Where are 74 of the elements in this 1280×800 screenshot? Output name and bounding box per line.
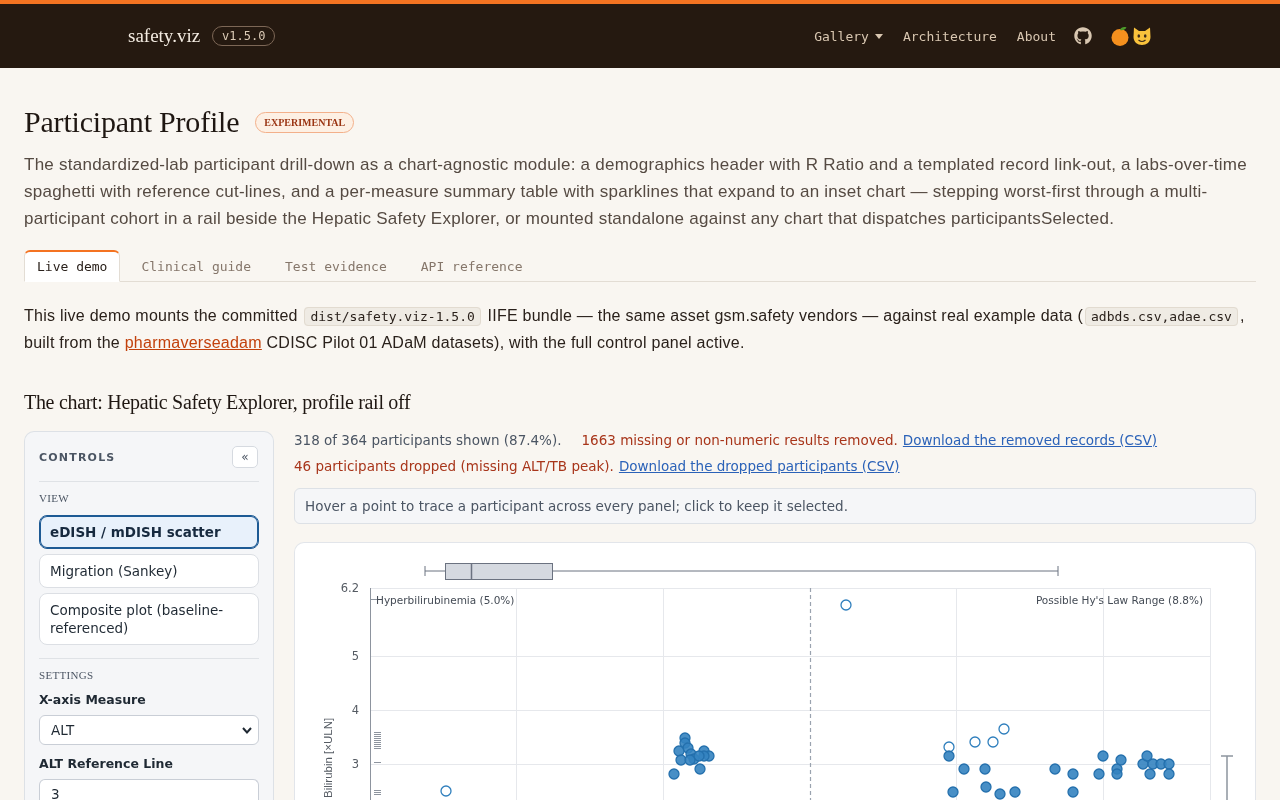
data-point[interactable]: [1141, 750, 1153, 762]
data-point[interactable]: [998, 723, 1010, 735]
data-point[interactable]: [1163, 768, 1175, 780]
data-point[interactable]: [693, 750, 705, 762]
data-point[interactable]: [1049, 763, 1061, 775]
y-tick-label: 6.2: [340, 581, 359, 595]
status-badge: EXPERIMENTAL: [255, 111, 355, 133]
tab[interactable]: Test evidence: [272, 250, 400, 282]
box-plot-whisker: [1220, 755, 1234, 800]
y-tick-label: 5: [351, 649, 359, 663]
warning-text: 1663 missing or non-numeric results removed.: [581, 432, 898, 448]
tab[interactable]: Clinical guide: [128, 250, 265, 282]
panel-title: CONTROLS: [39, 450, 116, 464]
data-point[interactable]: [987, 736, 999, 748]
data-point[interactable]: [994, 788, 1006, 800]
data-point[interactable]: [1144, 768, 1156, 780]
data-point[interactable]: [947, 786, 959, 798]
section-title: The chart: Hepatic Safety Explorer, profile rail off: [24, 390, 412, 416]
select-value: ALT: [51, 722, 75, 738]
fruit-icon[interactable]: [1110, 26, 1130, 46]
view-option[interactable]: Migration (Sankey): [39, 554, 259, 588]
data-point[interactable]: [694, 763, 706, 775]
data-point[interactable]: [1067, 786, 1079, 798]
tab[interactable]: Live demo: [24, 250, 121, 282]
group-label: SETTINGS: [39, 668, 95, 682]
data-point[interactable]: [1163, 758, 1175, 770]
data-point[interactable]: [1115, 754, 1127, 766]
nav-link[interactable]: Architecture: [902, 28, 997, 44]
tab[interactable]: API reference: [407, 250, 536, 282]
source-link[interactable]: pharmaverseadam: [124, 334, 262, 351]
field-label: X-axis Measure: [39, 691, 147, 709]
warning-text: 46 participants dropped (missing ALT/TB peak).: [294, 458, 614, 474]
github-icon[interactable]: [1074, 27, 1092, 45]
data-point[interactable]: [1111, 768, 1123, 780]
data-point[interactable]: [943, 750, 955, 762]
download-link[interactable]: Download the dropped participants (CSV): [618, 458, 900, 474]
inline-code: adbds.csv,adae.csv: [1085, 307, 1238, 326]
group-label: VIEW: [39, 491, 70, 505]
view-option[interactable]: eDISH / mDISH scatter: [39, 515, 259, 549]
y-tick-label: 4: [351, 703, 359, 717]
brand-name[interactable]: safety.viz: [128, 25, 201, 47]
data-point[interactable]: [1009, 786, 1021, 798]
page-description: The standardized-lab participant drill-down as a chart-agnostic module: a demographics header with R Ratio and a templated record link-out, a labs-over-time spaghetti with reference cut-lines, and a per-measure summary table with sparklines that expand to an inset chart — stepping worst-first through a multi-participant cohort in a rail beside the Hepatic Safety Explorer, or mounted standalone against any chart that dispatches participantsSelected.: [24, 154, 1248, 230]
field-label: ALT Reference Line: [39, 755, 174, 773]
data-point[interactable]: [684, 754, 696, 766]
caret-icon: [874, 33, 883, 39]
region-label: Possible Hy's Law Range (8.8%): [1035, 594, 1203, 606]
data-point[interactable]: [1097, 750, 1109, 762]
y-tick-label: 3: [351, 757, 359, 771]
data-point[interactable]: [969, 736, 981, 748]
y-axis-title: Bilirubin [×ULN]: [322, 717, 334, 798]
data-point[interactable]: [668, 768, 680, 780]
view-option[interactable]: Composite plot (baseline-referenced): [39, 593, 259, 645]
collapse-button[interactable]: «: [232, 446, 258, 468]
data-point[interactable]: [840, 599, 852, 611]
gallery-menu[interactable]: Gallery: [814, 28, 883, 44]
chevron-down-icon: [242, 726, 252, 734]
inline-code: dist/safety.viz-1.5.0: [304, 307, 481, 326]
data-point[interactable]: [440, 785, 452, 797]
data-point[interactable]: [980, 781, 992, 793]
data-point[interactable]: [958, 763, 970, 775]
data-point[interactable]: [979, 763, 991, 775]
region-label: Hyperbilirubinemia (5.0%): [376, 594, 515, 606]
hint-box: Hover a point to trace a participant across every panel; click to keep it selected.: [294, 488, 1256, 524]
data-point[interactable]: [1093, 768, 1105, 780]
page-title: Participant Profile: [24, 104, 240, 140]
participant-count: 318 of 364 participants shown (87.4%).: [294, 432, 562, 448]
download-link[interactable]: Download the removed records (CSV): [902, 432, 1158, 448]
data-point[interactable]: [1067, 768, 1079, 780]
measure-select[interactable]: ALT: [39, 715, 259, 745]
nav-link[interactable]: About: [1016, 28, 1056, 44]
cat-face-icon[interactable]: [1132, 26, 1152, 46]
reference-line-input[interactable]: 3: [39, 779, 259, 800]
intro-paragraph: This live demo mounts the committed dist/safety.viz-1.5.0 IIFE bundle — the same asset gsm.safety vendors — against real example data ( adbds.csv,adae.csv , built from the pharmaverseadam CDISC Pilot 01 ADaM datasets), with the full control panel active.: [24, 306, 1246, 353]
